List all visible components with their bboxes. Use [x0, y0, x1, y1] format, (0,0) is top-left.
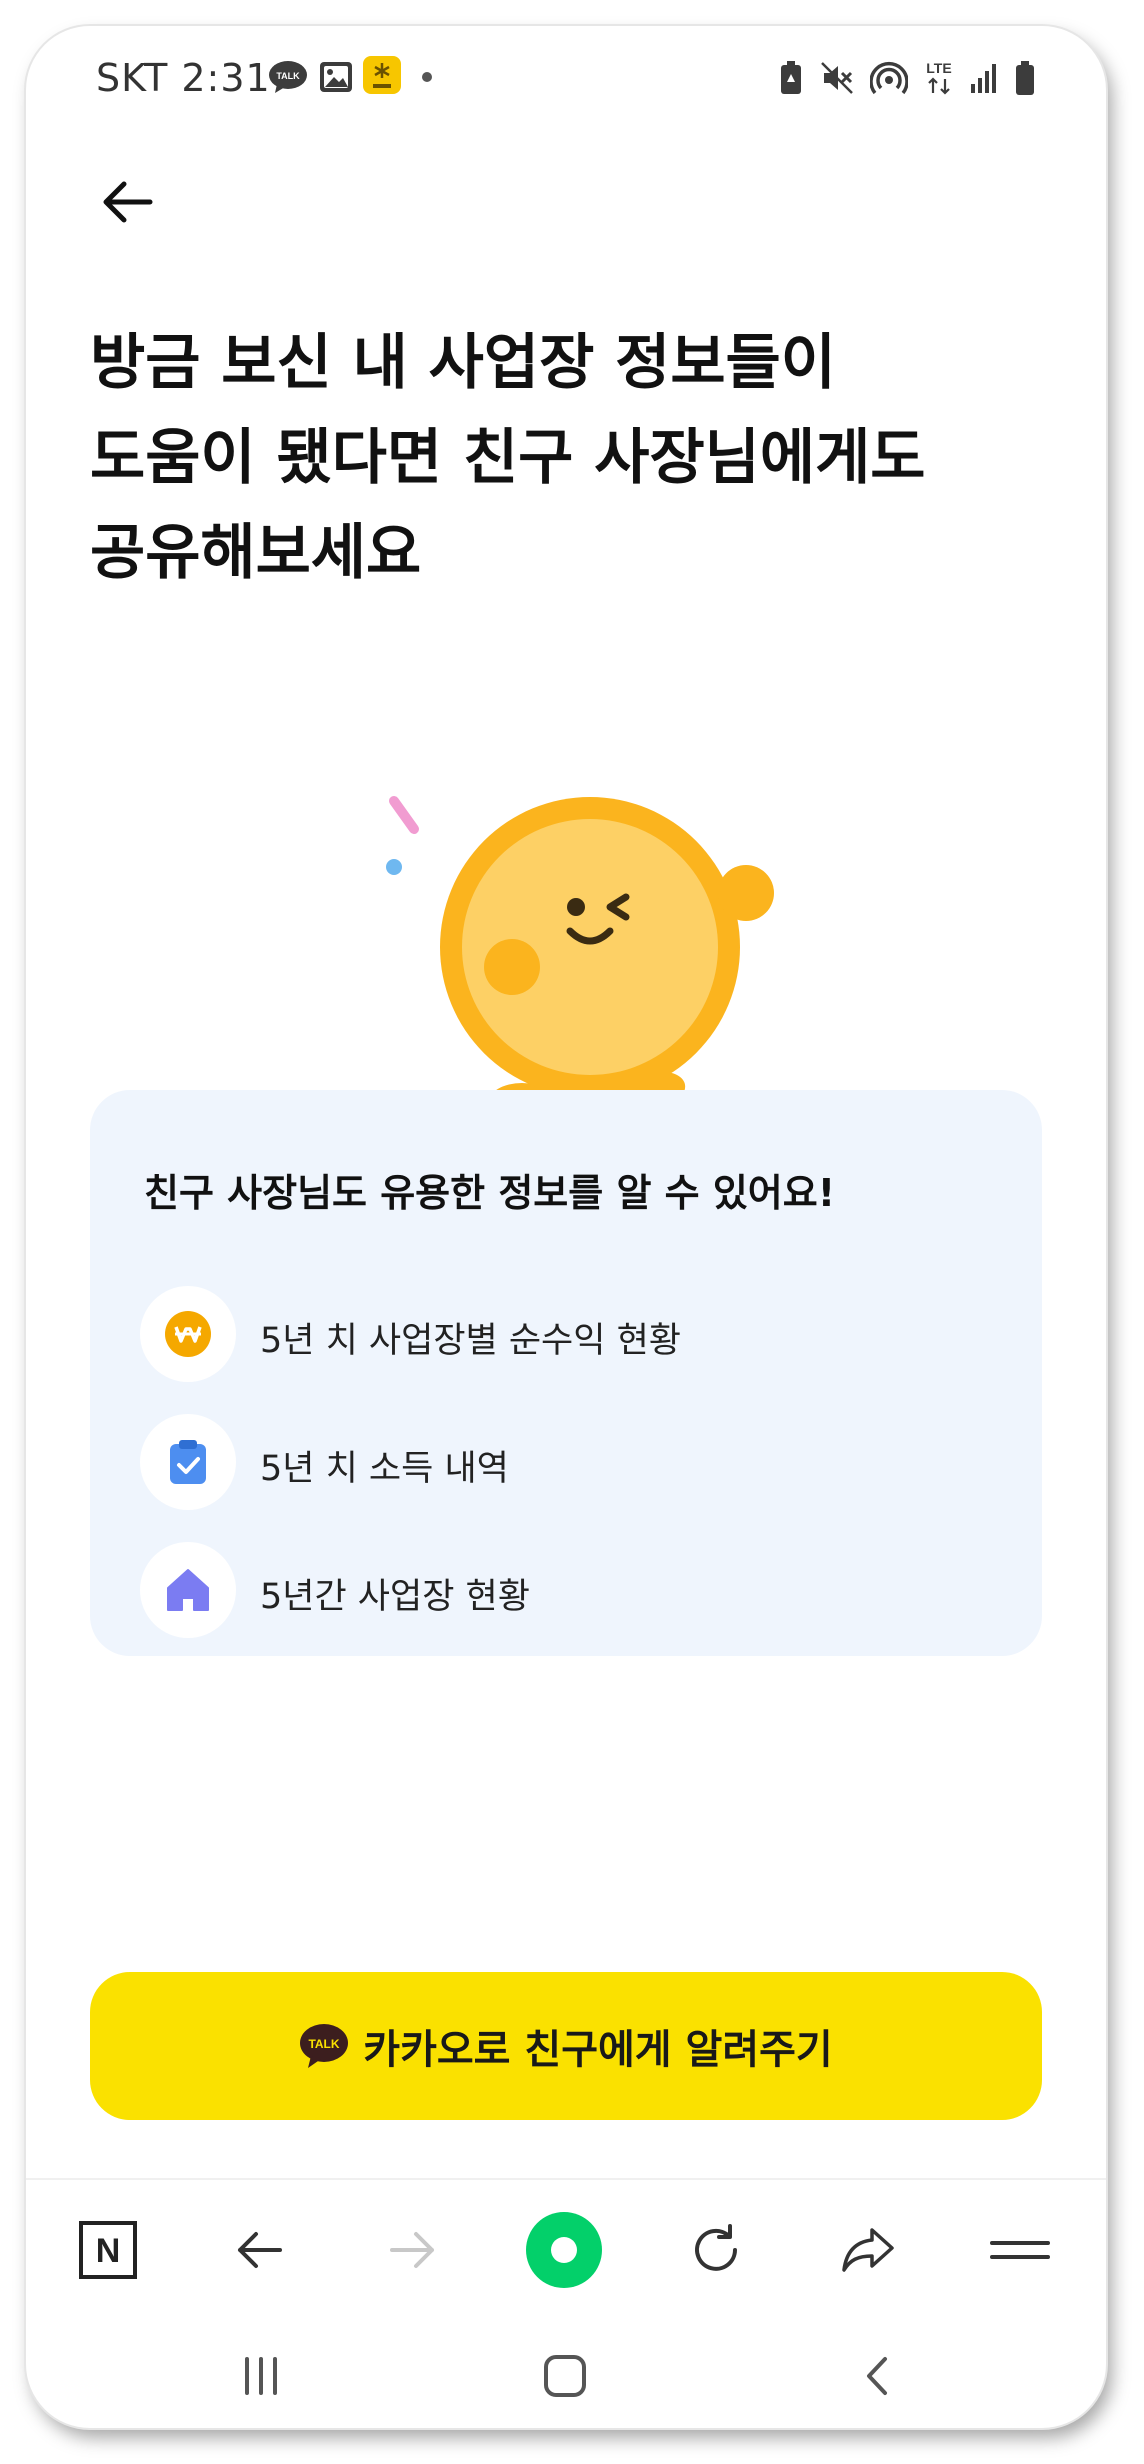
feature-item-business-status: 5년간 사업장 현황: [140, 1542, 1000, 1638]
feature-item-income-history: 5년 치 소득 내역: [140, 1414, 1000, 1510]
notification-dot-icon: [422, 72, 432, 82]
system-navigation-bar: [26, 2318, 1106, 2428]
title-line-1: 방금 보신 내 사업장 정보들이: [90, 328, 836, 398]
status-bar: SKT 2:31 TALK LTE: [26, 26, 1106, 136]
back-arrow-icon: [238, 2232, 282, 2268]
browser-forward-button[interactable]: [374, 2212, 450, 2288]
feature-icon-container: [140, 1542, 236, 1638]
signal-icon: [971, 64, 996, 93]
info-card: 친구 사장님도 유용한 정보를 알 수 있어요! 5년 치 사업장별 순수익 현…: [90, 1090, 1042, 1656]
title-line-3: 공유해보세요: [90, 518, 422, 588]
share-button[interactable]: [830, 2212, 906, 2288]
gallery-icon: [320, 62, 352, 92]
kakaotalk-notification-icon: TALK: [269, 61, 307, 93]
system-back-button[interactable]: [842, 2346, 912, 2406]
lte-icon: LTE: [926, 60, 952, 95]
back-button[interactable]: [88, 162, 168, 242]
menu-icon: [990, 2241, 1050, 2259]
naver-n-icon: N: [79, 2221, 137, 2279]
green-dot-button[interactable]: [526, 2212, 602, 2288]
battery-saver-icon: [781, 61, 801, 94]
naver-home-button[interactable]: N: [70, 2212, 146, 2288]
mute-icon: [821, 62, 853, 94]
feature-label: 5년 치 소득 내역: [260, 1449, 509, 1489]
kakaotalk-icon-text: TALK: [309, 2037, 340, 2051]
browser-toolbar: N: [26, 2178, 1106, 2318]
phone-screen: SKT 2:31 TALK LTE 방금 보신 내 사업장 정보들이 도움이 됐…: [26, 26, 1106, 2428]
recent-apps-button[interactable]: [226, 2346, 296, 2406]
hotspot-icon: [870, 62, 908, 95]
kakao-share-button[interactable]: TALK 카카오로 친구에게 알려주기: [90, 1972, 1042, 2120]
page-title: 방금 보신 내 사업장 정보들이 도움이 됐다면 친구 사장님에게도 공유해보세…: [90, 316, 1050, 601]
feature-label: 5년 치 사업장별 순수익 현황: [260, 1321, 681, 1361]
feature-icon-container: [140, 1286, 236, 1382]
feature-icon-container: [140, 1414, 236, 1510]
back-chevron-icon: [867, 2357, 887, 2395]
kb-app-icon: [363, 56, 401, 94]
kakaotalk-icon: TALK: [300, 2024, 349, 2068]
winking-coin-mascot: [386, 796, 774, 1121]
talk-badge-text: TALK: [276, 71, 300, 81]
forward-arrow-icon: [390, 2232, 434, 2268]
share-button-label: 카카오로 친구에게 알려주기: [363, 2027, 833, 2073]
lte-label: LTE: [926, 60, 951, 76]
menu-button[interactable]: [982, 2212, 1058, 2288]
browser-back-button[interactable]: [222, 2212, 298, 2288]
clipboard-check-icon: [170, 1440, 206, 1484]
won-coin-icon: [165, 1311, 211, 1357]
green-dot-icon: [526, 2212, 602, 2288]
naver-letter: N: [96, 2232, 121, 2270]
feature-item-net-income: 5년 치 사업장별 순수익 현황: [140, 1286, 1000, 1382]
home-button[interactable]: [530, 2346, 600, 2406]
share-arrow-icon: [842, 2228, 894, 2272]
house-icon: [167, 1569, 209, 1611]
recent-apps-icon: [245, 2357, 277, 2395]
home-icon: [544, 2355, 586, 2397]
refresh-button[interactable]: [678, 2212, 754, 2288]
refresh-icon: [695, 2224, 737, 2271]
system-status-icons: LTE: [778, 58, 1036, 98]
battery-icon: [1016, 61, 1034, 95]
feature-label: 5년간 사업장 현황: [260, 1577, 530, 1617]
status-time: SKT 2:31: [96, 56, 271, 100]
arrow-left-icon: [103, 181, 153, 223]
card-title: 친구 사장님도 유용한 정보를 알 수 있어요!: [144, 1171, 836, 1215]
title-line-2: 도움이 됐다면 친구 사장님에게도: [90, 423, 926, 493]
